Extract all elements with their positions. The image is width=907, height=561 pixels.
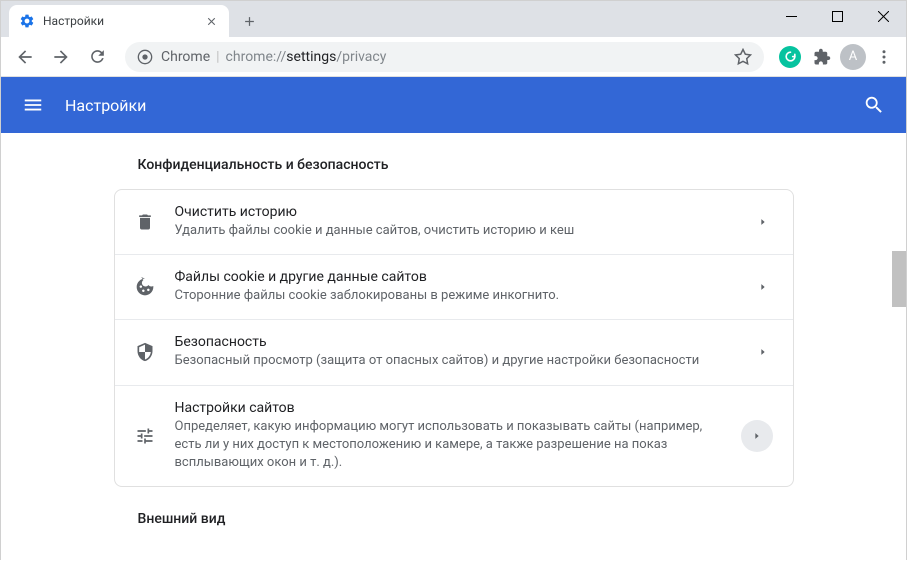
scrollbar-thumb[interactable] xyxy=(892,251,906,307)
section-title-privacy: Конфиденциальность и безопасность xyxy=(114,157,794,189)
extensions-icon[interactable] xyxy=(808,43,836,71)
site-info-icon[interactable] xyxy=(137,49,153,65)
bookmark-star-icon[interactable] xyxy=(734,48,752,66)
minimize-button[interactable] xyxy=(768,1,814,31)
search-icon[interactable] xyxy=(862,93,886,117)
close-icon[interactable] xyxy=(203,13,219,29)
row-title: Настройки сайтов xyxy=(175,400,721,416)
chevron-right-icon xyxy=(741,420,773,452)
privacy-card: Очистить историю Удалить файлы cookie и … xyxy=(114,189,794,487)
window-titlebar: Настройки xyxy=(1,1,906,37)
shield-icon xyxy=(135,342,155,362)
back-button[interactable] xyxy=(9,41,41,73)
row-title: Безопасность xyxy=(175,334,733,350)
row-clear-history[interactable]: Очистить историю Удалить файлы cookie и … xyxy=(115,190,793,255)
page-title: Настройки xyxy=(65,96,862,115)
row-title: Файлы cookie и другие данные сайтов xyxy=(175,269,733,285)
extension-grammarly-icon[interactable] xyxy=(776,43,804,71)
settings-header: Настройки xyxy=(1,77,906,133)
omnibox-text: Chrome | chrome://settings/privacy xyxy=(161,49,386,65)
chevron-right-icon xyxy=(753,277,773,297)
reload-button[interactable] xyxy=(81,41,113,73)
forward-button[interactable] xyxy=(45,41,77,73)
row-cookies[interactable]: Файлы cookie и другие данные сайтов Стор… xyxy=(115,255,793,320)
address-bar[interactable]: Chrome | chrome://settings/privacy xyxy=(125,42,764,72)
chevron-right-icon xyxy=(753,342,773,362)
window-controls xyxy=(768,1,906,31)
row-site-settings[interactable]: Настройки сайтов Определяет, какую инфор… xyxy=(115,386,793,487)
content-area: Конфиденциальность и безопасность Очисти… xyxy=(1,133,906,561)
row-subtitle: Удалить файлы cookie и данные сайтов, оч… xyxy=(175,222,733,240)
maximize-button[interactable] xyxy=(814,1,860,31)
hamburger-menu-icon[interactable] xyxy=(21,93,45,117)
window-close-button[interactable] xyxy=(860,1,906,31)
browser-toolbar: Chrome | chrome://settings/privacy A xyxy=(1,37,906,77)
row-subtitle: Определяет, какую информацию могут испол… xyxy=(175,418,721,473)
row-subtitle: Сторонние файлы cookie заблокированы в р… xyxy=(175,287,733,305)
row-title: Очистить историю xyxy=(175,204,733,220)
trash-icon xyxy=(135,212,155,232)
row-subtitle: Безопасный просмотр (защита от опасных с… xyxy=(175,352,733,370)
tab-title: Настройки xyxy=(43,14,195,28)
new-tab-button[interactable] xyxy=(235,7,263,35)
cookie-icon xyxy=(135,277,155,297)
browser-tab[interactable]: Настройки xyxy=(9,5,229,37)
section-title-appearance: Внешний вид xyxy=(114,511,794,543)
settings-gear-icon xyxy=(19,13,35,29)
tune-icon xyxy=(135,426,155,446)
menu-dots-icon[interactable] xyxy=(870,43,898,71)
row-security[interactable]: Безопасность Безопасный просмотр (защита… xyxy=(115,320,793,385)
chevron-right-icon xyxy=(753,212,773,232)
profile-avatar[interactable]: A xyxy=(840,44,866,70)
